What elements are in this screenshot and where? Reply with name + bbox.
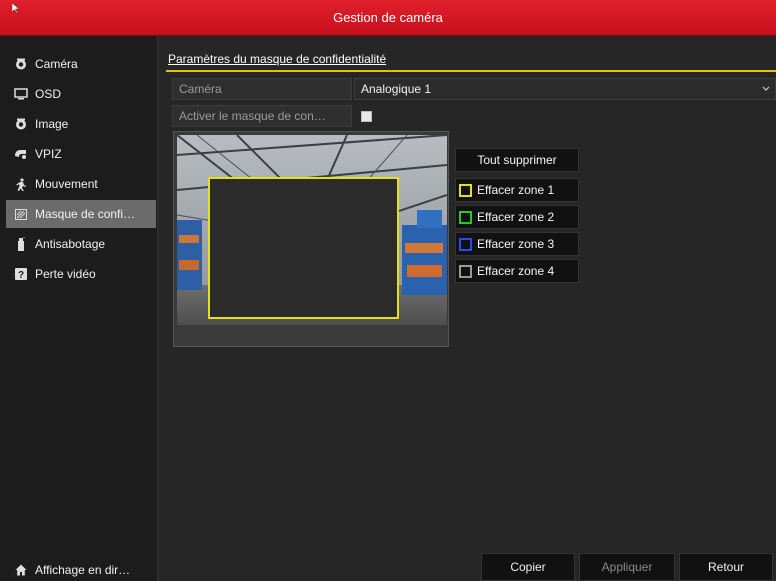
- clear-zone-1-label: Effacer zone 1: [477, 183, 555, 197]
- window-title: Gestion de caméra: [333, 10, 443, 25]
- clear-zone-4-label: Effacer zone 4: [477, 264, 555, 278]
- sidebar-item-video-loss[interactable]: ? Perte vidéo: [6, 260, 156, 288]
- back-button[interactable]: Retour: [679, 553, 773, 581]
- camera-select-value: Analogique 1: [361, 82, 432, 96]
- clear-all-button[interactable]: Tout supprimer: [455, 148, 579, 172]
- sidebar-item-osd[interactable]: OSD: [6, 80, 156, 108]
- sidebar-item-privacy-mask[interactable]: Masque de confi…: [6, 200, 156, 228]
- enable-mask-checkbox[interactable]: [361, 110, 372, 122]
- zone-3-swatch: [459, 237, 472, 251]
- section-title: Paramètres du masque de confidentialité: [168, 52, 387, 66]
- sidebar-item-motion[interactable]: Mouvement: [6, 170, 156, 198]
- sidebar-item-label: Antisabotage: [35, 237, 106, 251]
- privacy-mask-zone-1[interactable]: [208, 177, 399, 319]
- sidebar-item-label: VPIZ: [35, 147, 62, 161]
- svg-text:?: ?: [18, 270, 24, 280]
- camera-select[interactable]: Analogique 1: [354, 78, 776, 100]
- camera-icon: [14, 57, 28, 71]
- camera-preview[interactable]: [173, 131, 449, 347]
- enable-mask-label: Activer le masque de con…: [172, 105, 352, 127]
- mouse-cursor-icon: [12, 3, 20, 13]
- video-loss-icon: ?: [14, 267, 28, 281]
- clear-zone-2-label: Effacer zone 2: [477, 210, 555, 224]
- ptz-icon: [14, 147, 28, 161]
- sidebar-item-label: Masque de confi…: [35, 207, 136, 221]
- preview-image: [177, 135, 447, 325]
- zone-1-swatch: [459, 183, 472, 197]
- camera-label: Caméra: [172, 78, 352, 100]
- sidebar-item-label: Mouvement: [35, 177, 98, 191]
- sidebar-item-camera[interactable]: Caméra: [6, 50, 156, 78]
- clear-zone-1-button[interactable]: Effacer zone 1: [455, 178, 579, 202]
- motion-icon: [14, 177, 28, 191]
- live-view-button[interactable]: Affichage en dir…: [6, 556, 156, 581]
- apply-button[interactable]: Appliquer: [579, 553, 675, 581]
- copy-button[interactable]: Copier: [481, 553, 575, 581]
- zone-2-swatch: [459, 210, 472, 224]
- sidebar-item-tamper[interactable]: Antisabotage: [6, 230, 156, 258]
- title-bar: Gestion de caméra: [0, 0, 776, 36]
- sidebar: Caméra OSD Image VPIZ Mouvement Masque d…: [0, 36, 158, 581]
- sidebar-item-label: Perte vidéo: [35, 267, 96, 281]
- live-view-label: Affichage en dir…: [35, 563, 131, 577]
- monitor-icon: [14, 87, 28, 101]
- clear-zone-2-button[interactable]: Effacer zone 2: [455, 205, 579, 229]
- home-icon: [14, 563, 28, 577]
- clear-zone-3-label: Effacer zone 3: [477, 237, 555, 251]
- enable-mask-row: [354, 105, 776, 127]
- clear-zone-4-button[interactable]: Effacer zone 4: [455, 259, 579, 283]
- section-divider: [166, 70, 776, 72]
- image-icon: [14, 117, 28, 131]
- sidebar-item-label: Caméra: [35, 57, 78, 71]
- zone-4-swatch: [459, 264, 472, 278]
- tamper-icon: [14, 237, 28, 251]
- sidebar-item-image[interactable]: Image: [6, 110, 156, 138]
- sidebar-item-label: Image: [35, 117, 69, 131]
- main-panel: Paramètres du masque de confidentialité …: [158, 36, 776, 581]
- clear-zone-3-button[interactable]: Effacer zone 3: [455, 232, 579, 256]
- privacy-mask-icon: [14, 207, 28, 221]
- sidebar-item-label: OSD: [35, 87, 62, 101]
- sidebar-item-ptz[interactable]: VPIZ: [6, 140, 156, 168]
- chevron-down-icon: [762, 86, 770, 91]
